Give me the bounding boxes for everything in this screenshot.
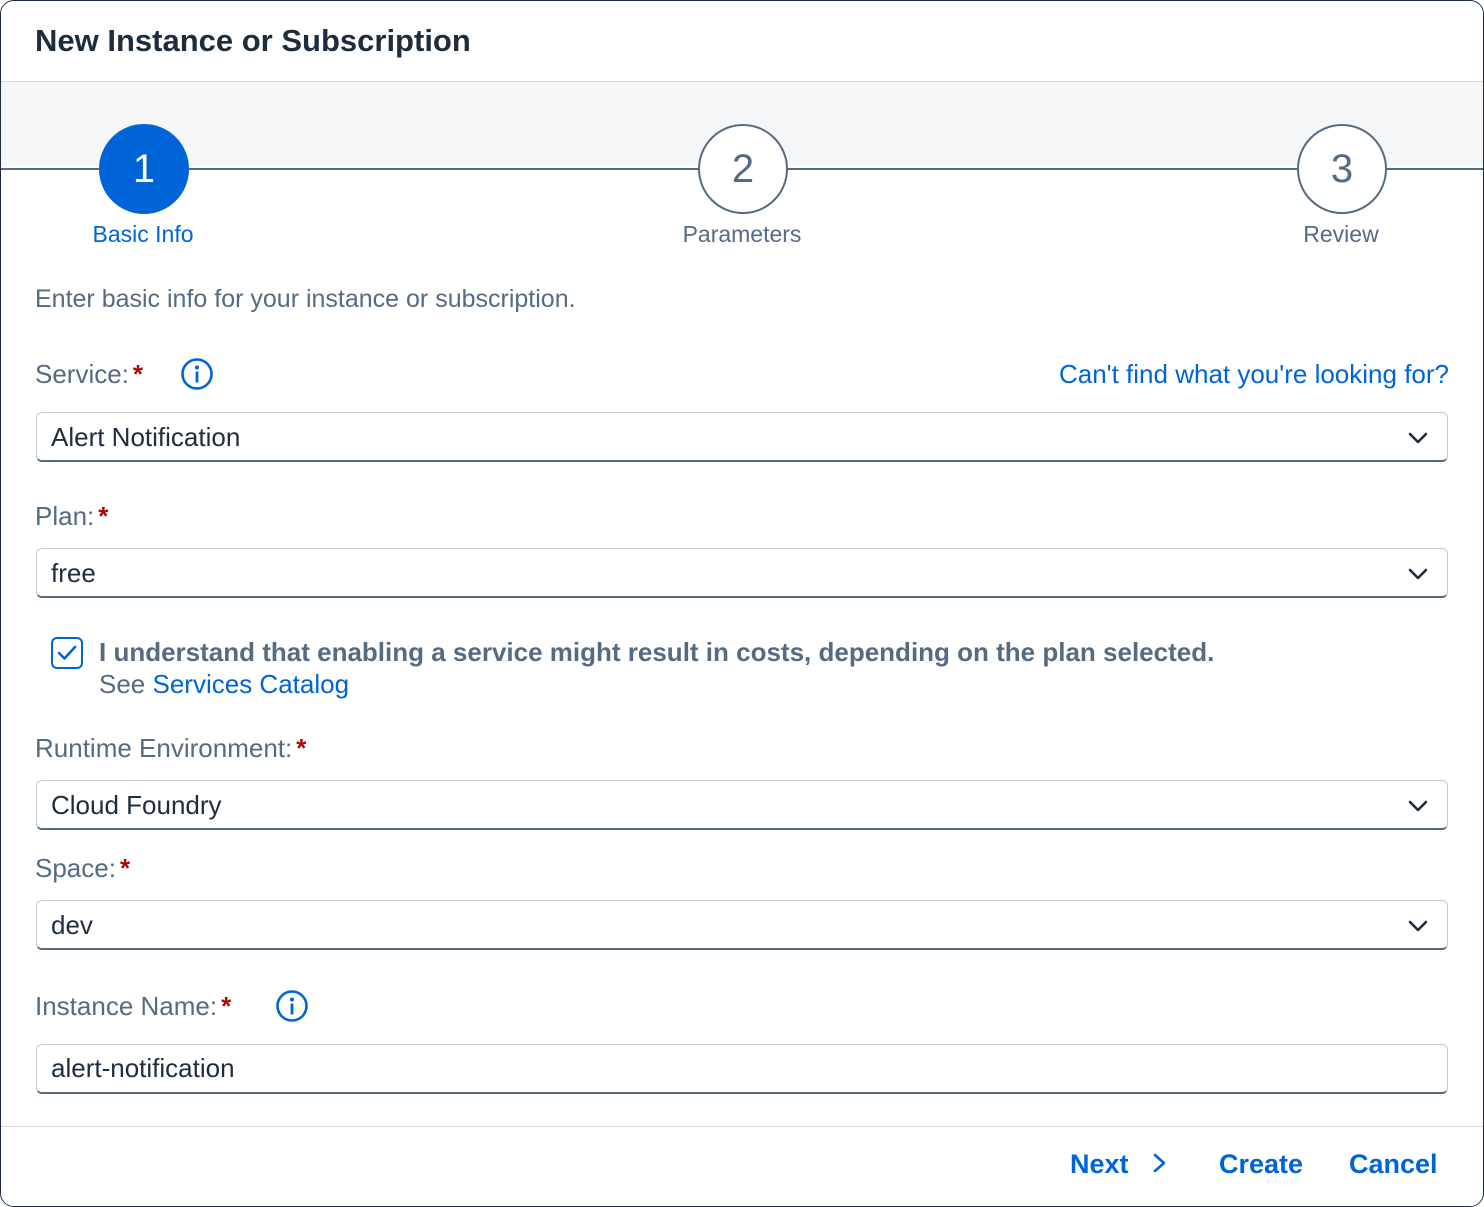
services-catalog-link[interactable]: Services Catalog: [153, 669, 350, 699]
service-label: Service: *: [35, 359, 144, 389]
checkmark-icon: [57, 645, 77, 660]
wizard-step-3-label[interactable]: Review: [1221, 221, 1461, 248]
cant-find-link[interactable]: Can't find what you're looking for?: [1059, 359, 1449, 390]
required-marker: *: [98, 501, 109, 531]
new-instance-dialog: New Instance or Subscription 1 Basic Inf…: [0, 0, 1484, 1207]
create-button[interactable]: Create: [1219, 1149, 1303, 1180]
required-marker: *: [221, 991, 232, 1021]
wizard-step-3[interactable]: 3: [1297, 124, 1387, 214]
space-label: Space: *: [35, 853, 131, 883]
runtime-select[interactable]: Cloud Foundry: [36, 780, 1448, 830]
runtime-select-value: Cloud Foundry: [51, 790, 222, 820]
instance-name-label: Instance Name: *: [35, 991, 232, 1021]
plan-select-value: free: [51, 558, 96, 588]
service-select-value: Alert Notification: [51, 422, 241, 452]
runtime-label: Runtime Environment: *: [35, 733, 307, 763]
space-select-value: dev: [51, 910, 93, 940]
space-select[interactable]: dev: [36, 900, 1448, 950]
wizard-step-2-label[interactable]: Parameters: [622, 221, 862, 248]
required-marker: *: [296, 733, 307, 763]
cancel-button[interactable]: Cancel: [1349, 1149, 1438, 1180]
service-info-icon[interactable]: [180, 357, 214, 391]
dialog-header: New Instance or Subscription: [1, 1, 1483, 82]
plan-select[interactable]: free: [36, 548, 1448, 598]
services-catalog-note: See Services Catalog: [99, 669, 350, 699]
chevron-down-icon: [1408, 800, 1428, 812]
chevron-right-icon: [1153, 1153, 1166, 1173]
instance-name-info-icon[interactable]: [275, 989, 309, 1023]
next-button[interactable]: Next: [1070, 1149, 1170, 1180]
instance-name-input[interactable]: [36, 1044, 1448, 1094]
service-select[interactable]: Alert Notification: [36, 412, 1448, 462]
chevron-down-icon: [1408, 432, 1428, 444]
chevron-down-icon: [1408, 568, 1428, 580]
wizard-step-1[interactable]: 1: [99, 124, 189, 214]
intro-text: Enter basic info for your instance or su…: [35, 285, 576, 313]
required-marker: *: [119, 853, 131, 883]
cost-consent-checkbox[interactable]: [51, 637, 83, 669]
wizard-step-1-label[interactable]: Basic Info: [23, 221, 263, 248]
dialog-title: New Instance or Subscription: [35, 23, 471, 58]
wizard-step-2[interactable]: 2: [698, 124, 788, 214]
chevron-down-icon: [1408, 920, 1428, 932]
cost-consent-text: I understand that enabling a service mig…: [99, 637, 1215, 667]
required-marker: *: [132, 359, 144, 389]
plan-label: Plan: *: [35, 501, 109, 531]
